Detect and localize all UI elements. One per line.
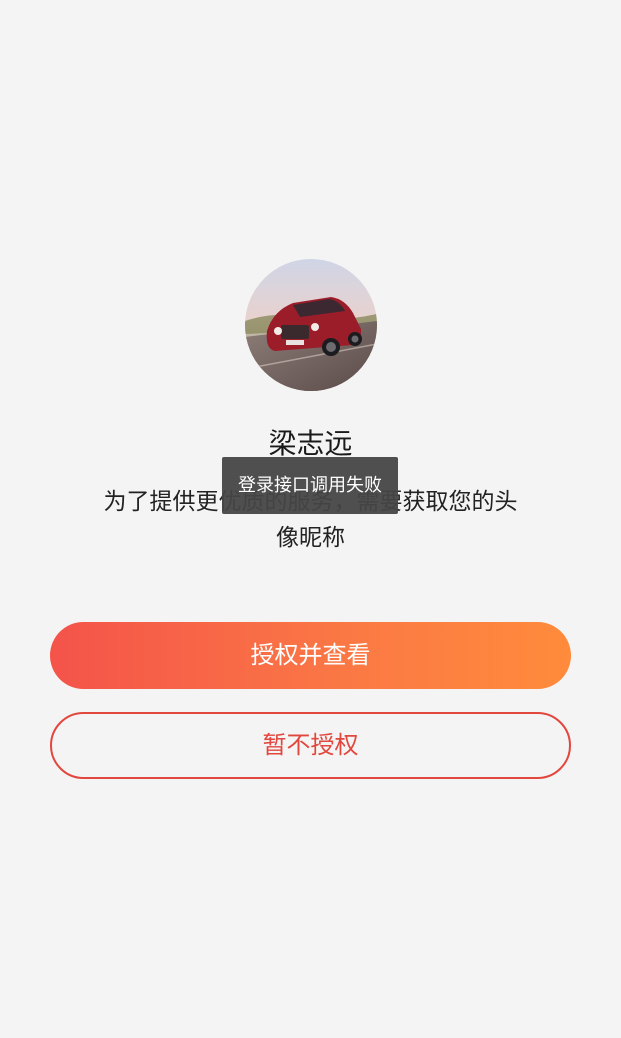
avatar: [245, 259, 377, 391]
decline-button[interactable]: 暂不授权: [50, 712, 571, 779]
authorize-button[interactable]: 授权并查看: [50, 622, 571, 689]
error-toast: 登录接口调用失败: [222, 457, 398, 514]
car-photo: [245, 259, 377, 391]
